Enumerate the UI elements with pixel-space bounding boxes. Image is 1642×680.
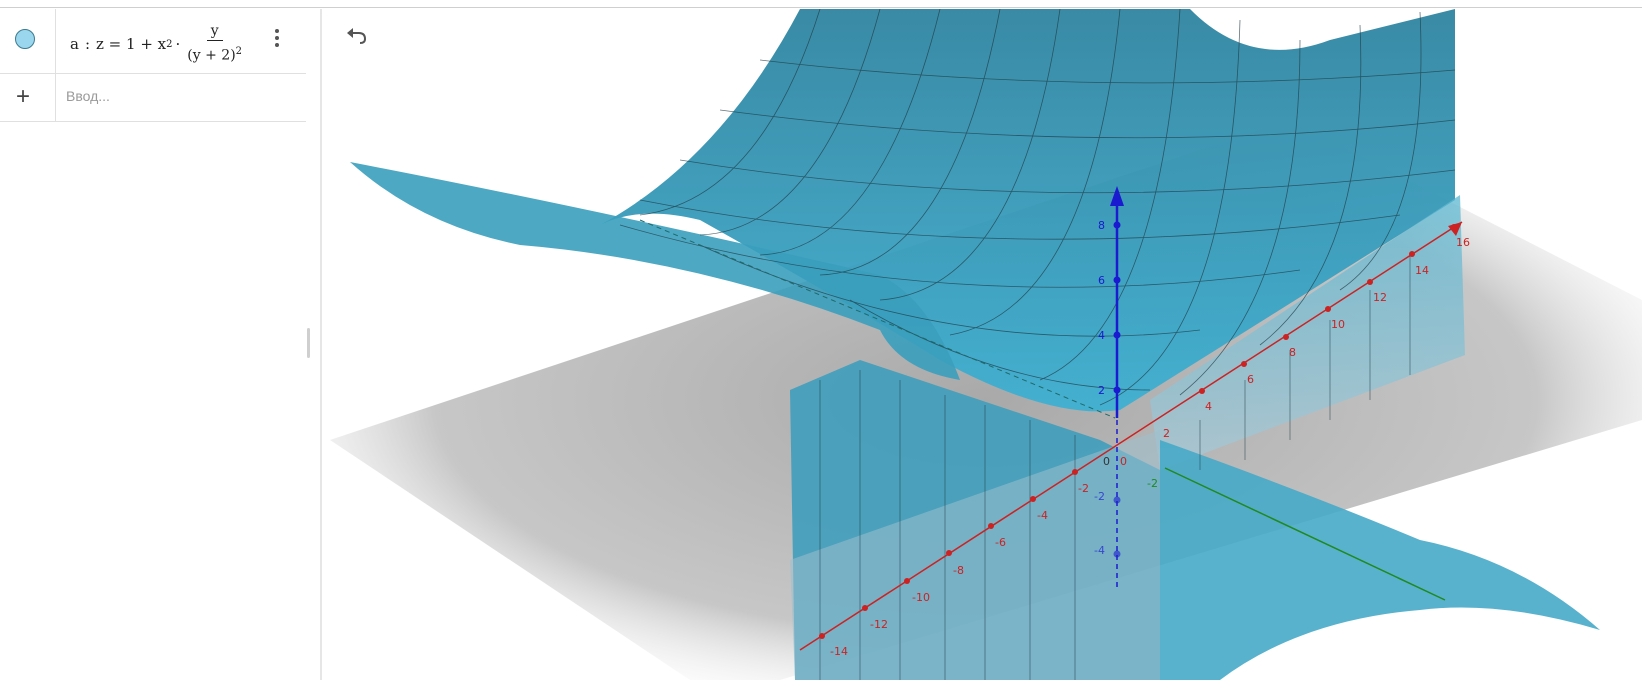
x-tick-label: -6: [995, 536, 1006, 549]
formula-denominator-exponent: 2: [235, 46, 243, 57]
z-tick-label: 2: [1098, 384, 1105, 397]
x-tick-label: -10: [912, 591, 930, 604]
input-gutter: +: [0, 73, 56, 121]
x-tick-label: 10: [1331, 318, 1345, 331]
algebra-input-row[interactable]: + Ввод...: [0, 73, 306, 122]
x-tick-label: 4: [1205, 400, 1212, 413]
algebra-item-a[interactable]: a : z = 1 + x2 · y (y + 2)2: [0, 9, 306, 74]
plus-icon[interactable]: +: [16, 85, 30, 109]
graphics-3d-view[interactable]: -14 -12 -10 -8 -6 -4 -2 0 2 4 6 8 10 12 …: [322, 9, 1642, 680]
formula-fraction: y (y + 2)2: [187, 22, 242, 67]
y-tick-label: -2: [1147, 477, 1158, 490]
undo-icon[interactable]: [346, 27, 368, 45]
x-tick-label: 16: [1456, 236, 1470, 249]
formula-numerator: y: [206, 22, 223, 41]
x-tick-label: -8: [953, 564, 964, 577]
algebra-view: a : z = 1 + x2 · y (y + 2)2 + Ввод...: [0, 9, 322, 680]
x-tick-label: 12: [1373, 291, 1387, 304]
z-tick-label: -4: [1094, 544, 1105, 557]
formula-exponent: 2: [166, 38, 173, 50]
x-tick-label: -14: [830, 645, 848, 658]
panel-resize-handle[interactable]: [307, 328, 310, 358]
x-tick-label: -4: [1037, 509, 1048, 522]
x-tick-label: 0: [1120, 455, 1127, 468]
z-tick-label: -2: [1094, 490, 1105, 503]
x-tick-label: 14: [1415, 264, 1429, 277]
x-tick-label: -12: [870, 618, 888, 631]
visibility-toggle-icon[interactable]: [15, 29, 35, 49]
formula-lhs: z = 1 + x: [96, 35, 167, 54]
formula-separator: :: [84, 35, 91, 54]
z-tick-label: 6: [1098, 274, 1105, 287]
x-tick-label: 6: [1247, 373, 1254, 386]
z-tick-label: 4: [1098, 329, 1105, 342]
algebra-item-gutter: [0, 9, 56, 73]
x-tick-label: -2: [1078, 482, 1089, 495]
formula-label: a: [70, 35, 79, 54]
y-tick-label: 0: [1103, 455, 1110, 468]
z-tick-label: 8: [1098, 219, 1105, 232]
window-top-border: [0, 0, 1642, 8]
x-tick-label: 8: [1289, 346, 1296, 359]
algebra-input-field[interactable]: Ввод...: [66, 88, 110, 104]
formula-denominator: (y + 2)2: [187, 41, 242, 67]
3d-scene: -14 -12 -10 -8 -6 -4 -2 0 2 4 6 8 10 12 …: [330, 9, 1642, 680]
x-tick-label: 2: [1163, 427, 1170, 440]
formula-dot: ·: [175, 35, 181, 54]
formula-denominator-base: (y + 2): [187, 47, 236, 64]
more-options-icon[interactable]: [275, 29, 279, 47]
formula-display[interactable]: a : z = 1 + x2 · y (y + 2)2: [70, 22, 242, 67]
